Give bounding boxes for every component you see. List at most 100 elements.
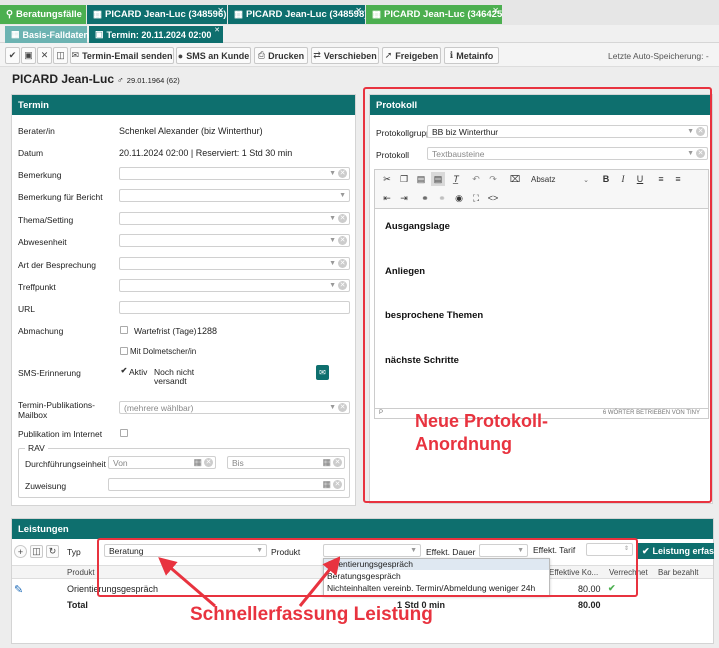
delete-leistung-button[interactable]: ◫ <box>30 545 43 558</box>
print-button[interactable]: ⎙ Drucken <box>254 47 308 64</box>
arrows-icon: ⇄ <box>313 50 321 60</box>
art-select[interactable]: ▼ ✕ <box>119 257 350 270</box>
close-icon[interactable]: ✕ <box>217 6 224 15</box>
calendar-icon[interactable]: ▦ <box>322 479 331 490</box>
delete-button[interactable]: ◫ <box>53 47 68 64</box>
publikation-select[interactable]: (mehrere wählbar) ▼ ✕ <box>119 401 350 414</box>
sms-button[interactable]: ● SMS an Kunde <box>176 47 251 64</box>
share-icon: ➚ <box>384 50 393 60</box>
calendar-icon[interactable]: ▦ <box>322 457 331 468</box>
refresh-button[interactable]: ↻ <box>46 545 59 558</box>
metainfo-button[interactable]: ℹ Metainfo <box>444 47 499 64</box>
clear-icon[interactable]: ✕ <box>338 236 347 245</box>
clear-icon[interactable]: ✕ <box>333 458 342 467</box>
tab-case-348598[interactable]: ▦ PICARD Jean-Luc (348598) ✕ <box>228 5 365 24</box>
arrow-to-produkt <box>298 556 340 607</box>
check-icon: ✔ <box>642 545 650 556</box>
clear-icon[interactable]: ✕ <box>338 259 347 268</box>
chevron-down-icon: ▼ <box>329 237 336 244</box>
envelope-icon[interactable]: ✉ <box>316 365 329 380</box>
dolmetscher-checkbox[interactable] <box>120 347 128 355</box>
tab-termin[interactable]: ▣ Termin: 20.11.2024 02:00 ✕ <box>89 26 223 43</box>
thema-label: Thema/Setting <box>18 215 74 225</box>
close-icon[interactable]: ✕ <box>355 6 362 15</box>
clear-icon[interactable]: ✕ <box>338 169 347 178</box>
annotation-leistung-text: Schnellerfassung Leistung <box>190 604 433 625</box>
durchfuehrung-label: Durchführungseinheit <box>25 459 106 469</box>
bemerkung-label: Bemerkung <box>18 170 62 180</box>
clear-icon[interactable]: ✕ <box>338 403 347 412</box>
edit-icon[interactable]: ✎ <box>14 583 23 596</box>
grid-icon: ▦ <box>372 9 381 20</box>
treffpunkt-label: Treffpunkt <box>18 282 56 292</box>
abwesenheit-select[interactable]: ▼ ✕ <box>119 234 350 247</box>
clear-icon[interactable]: ✕ <box>204 458 213 467</box>
tab-case-346425[interactable]: ▦ PICARD Jean-Luc (346425) ✕ <box>366 5 502 24</box>
trash-icon: ◫ <box>32 546 41 556</box>
bemerkung-bericht-select[interactable]: ▼ <box>119 189 350 202</box>
add-leistung-button[interactable]: + <box>14 545 27 558</box>
leistungen-panel-title: Leistungen <box>12 519 713 539</box>
close-icon[interactable]: ✕ <box>214 26 220 34</box>
internet-label: Publikation im Internet <box>18 429 103 439</box>
url-input[interactable] <box>119 301 350 314</box>
calendar-icon[interactable]: ▦ <box>193 457 202 468</box>
tab-basis-falldaten[interactable]: ▦ Basis-Falldaten <box>5 26 89 43</box>
envelope-icon: ✉ <box>71 50 80 60</box>
check-icon: ✔ <box>8 50 17 60</box>
internet-checkbox[interactable] <box>120 429 128 437</box>
chevron-down-icon: ▼ <box>329 404 336 411</box>
art-label: Art der Besprechung <box>18 260 96 270</box>
abwesenheit-label: Abwesenheit <box>18 237 67 247</box>
aktiv-label: Aktiv <box>129 367 148 377</box>
chevron-down-icon: ▼ <box>339 192 346 199</box>
sms-aktiv-checkbox[interactable]: ✔ <box>120 367 128 375</box>
annotation-protokoll-text-2: Anordnung <box>415 434 512 454</box>
abmachung-label: Abmachung <box>18 326 64 336</box>
clear-icon[interactable]: ✕ <box>338 281 347 290</box>
publikation-label-1: Termin-Publikations- <box>18 400 95 410</box>
berater-label: Berater/in <box>18 126 55 136</box>
von-input[interactable]: Von ▦ ✕ <box>108 456 216 469</box>
url-label: URL <box>18 304 36 314</box>
leistung-erfassen-button[interactable]: ✔ Leistung erfass <box>638 543 714 559</box>
person-name: PICARD Jean-Luc <box>12 72 115 86</box>
chevron-down-icon: ▼ <box>329 215 336 222</box>
column-bar-bezahlt[interactable]: Bar bezahlt <box>658 568 698 577</box>
dolmetscher-label: Mit Dolmetscher/in <box>130 347 197 356</box>
release-button[interactable]: ➚ Freigeben <box>382 47 441 64</box>
clear-icon[interactable]: ✕ <box>333 480 342 489</box>
confirm-button[interactable]: ✔ <box>5 47 20 64</box>
treffpunkt-select[interactable]: ▼ ✕ <box>119 279 350 292</box>
tab-case-348596[interactable]: ▦ PICARD Jean-Luc (348596) ✕ <box>87 5 227 24</box>
typ-label: Typ <box>67 547 81 557</box>
thema-select[interactable]: ▼ ✕ <box>119 212 350 225</box>
total-label: Total <box>67 600 88 610</box>
datum-value: 20.11.2024 02:00 | Reserviert: 1 Std 30 … <box>119 148 293 158</box>
print-icon: ⎙ <box>257 50 266 60</box>
bis-input[interactable]: Bis ▦ ✕ <box>227 456 345 469</box>
datum-label: Datum <box>18 148 44 158</box>
person-header: PICARD Jean-Luc ♂ 29.01.1964 (62) <box>12 72 180 86</box>
zuweisung-input[interactable]: ▦ ✕ <box>108 478 345 491</box>
autosave-status: Letzte Auto-Speicherung: - <box>608 51 709 61</box>
berater-value: Schenkel Alexander (biz Winterthur) <box>119 126 263 136</box>
grid-icon: ▦ <box>11 29 20 39</box>
tab-beratungsfaelle[interactable]: ⚲ Beratungsfälle <box>0 5 86 24</box>
bemerkung-select[interactable]: ▼ ✕ <box>119 167 350 180</box>
move-button[interactable]: ⇄ Verschieben <box>311 47 379 64</box>
trash-icon: ◫ <box>56 50 65 60</box>
grid-icon: ▦ <box>93 9 102 20</box>
column-produkt[interactable]: Produkt <box>67 568 95 577</box>
chevron-down-icon: ▼ <box>329 170 336 177</box>
sms-label: SMS-Erinnerung <box>18 368 81 378</box>
email-button[interactable]: ✉ Termin-Email senden <box>70 47 174 64</box>
cancel-button[interactable]: ✕ <box>37 47 52 64</box>
wartefrist-value: 1288 <box>197 326 218 336</box>
clear-icon[interactable]: ✕ <box>338 214 347 223</box>
save-button[interactable]: ▣ <box>21 47 36 64</box>
close-icon[interactable]: ✕ <box>492 6 499 15</box>
birth-date: 29.01.1964 (62) <box>126 76 180 85</box>
wartefrist-checkbox[interactable] <box>120 326 128 334</box>
gender-icon: ♂ <box>117 75 124 85</box>
